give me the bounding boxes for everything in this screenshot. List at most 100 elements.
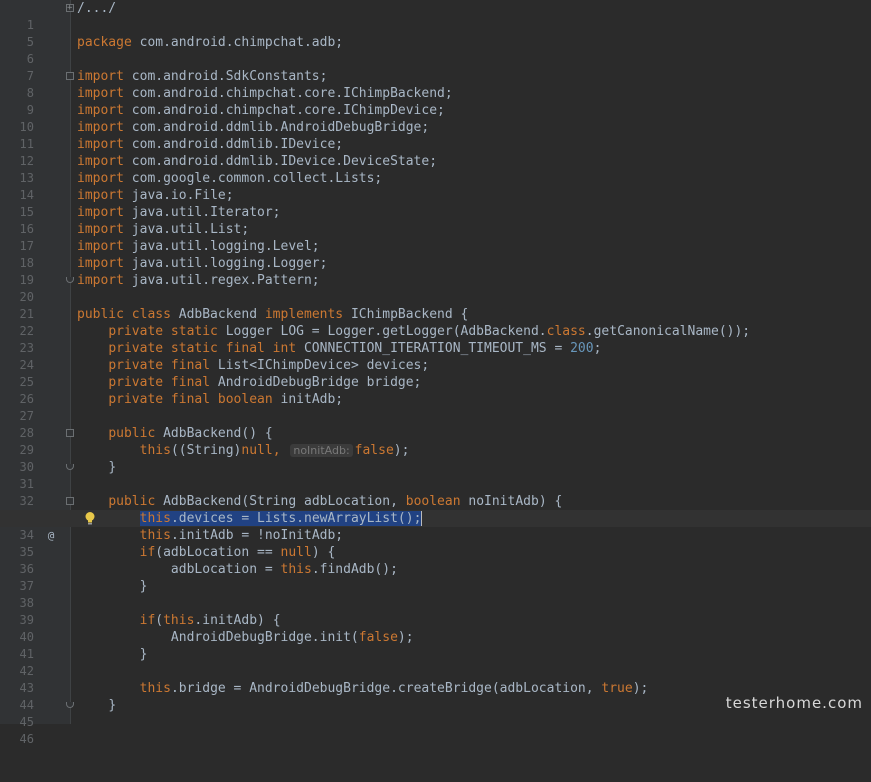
code-text: adbLocation = <box>170 562 281 577</box>
code-line[interactable]: 5 <box>0 17 871 49</box>
keyword: null <box>241 443 273 458</box>
code-line[interactable]: 21 <box>0 289 871 321</box>
code-line[interactable]: 39 <box>0 595 871 627</box>
code-text: ); <box>397 630 414 645</box>
code-line[interactable]: 30 this((String)null, noInitAdb: false); <box>0 442 871 474</box>
code-text: ) { <box>311 545 336 560</box>
code-line[interactable]: 36 if(adbLocation == null) { <box>0 544 871 576</box>
keyword: import <box>77 205 124 220</box>
keyword: import <box>77 239 124 254</box>
code-line[interactable]: 9 import com.android.chimpchat.core.IChi… <box>0 85 871 117</box>
keyword: this <box>280 562 312 577</box>
code-line[interactable]: 42 } <box>0 646 871 678</box>
code-line[interactable]: 24 private static final int CONNECTION_I… <box>0 340 871 372</box>
keyword: import <box>77 273 124 288</box>
keyword: import <box>77 188 124 203</box>
current-code-line[interactable]: 34 this.devices = Lists.newArrayList(); <box>0 510 871 542</box>
fold-end-icon[interactable] <box>66 277 74 283</box>
keyword: private static <box>108 324 218 339</box>
code-text: AndroidDebugBridge bridge; <box>217 375 422 390</box>
line-number: 46 <box>19 732 34 746</box>
code-line[interactable]: 14 import com.google.common.collect.List… <box>0 170 871 202</box>
text-caret <box>421 511 423 526</box>
import-path: java.util.logging.Logger; <box>131 256 328 271</box>
code-text: AdbBackend(String adbLocation, <box>163 494 406 509</box>
import-path: java.util.regex.Pattern; <box>131 273 320 288</box>
import-path: com.android.ddmlib.IDevice.DeviceState; <box>131 154 438 169</box>
code-line[interactable]: 27 private final boolean initAdb; <box>0 391 871 423</box>
keyword: this <box>163 613 195 628</box>
keyword: this <box>139 511 171 526</box>
keyword: if <box>139 545 156 560</box>
code-line[interactable]: 19 import java.util.logging.Logger; <box>0 255 871 287</box>
fold-collapse-icon[interactable] <box>66 72 74 80</box>
keyword: this <box>139 443 171 458</box>
keyword: boolean <box>405 494 461 509</box>
code-text: .bridge = AndroidDebugBridge.createBridg… <box>170 681 602 696</box>
keyword: private static final int <box>108 341 297 356</box>
code-line[interactable]: 37 adbLocation = this.findAdb(); <box>0 561 871 593</box>
keyword: import <box>77 137 124 152</box>
code-line[interactable]: 6 package com.android.chimpchat.adb; <box>0 34 871 66</box>
keyword: import <box>77 256 124 271</box>
keyword: null <box>280 545 312 560</box>
fold-end-icon[interactable] <box>66 464 74 470</box>
code-text: ((String) <box>170 443 242 458</box>
code-line[interactable]: 10 import com.android.chimpchat.core.ICh… <box>0 102 871 134</box>
fold-collapse-icon[interactable] <box>66 497 74 505</box>
code-text: .devices = Lists.newArrayList(); <box>170 511 422 526</box>
code-text: AndroidDebugBridge.init( <box>170 630 359 645</box>
code-line[interactable]: 46 <box>0 714 871 746</box>
code-editor[interactable]: 1 /.../ 5 6 package com.android.chimpcha… <box>0 0 871 746</box>
code-text: .getCanonicalName()); <box>585 324 751 339</box>
code-line[interactable]: 17 import java.util.List; <box>0 221 871 253</box>
import-path: com.android.SdkConstants; <box>131 69 328 84</box>
watermark: testerhome.com <box>725 694 863 712</box>
code-line[interactable]: 28 <box>0 408 871 440</box>
code-line[interactable]: 18 import java.util.logging.Level; <box>0 238 871 270</box>
code-line[interactable]: 35 this.initAdb = !noInitAdb; <box>0 527 871 559</box>
keyword: import <box>77 222 124 237</box>
code-line[interactable]: 16 import java.util.Iterator; <box>0 204 871 236</box>
import-path: com.android.ddmlib.AndroidDebugBridge; <box>131 120 430 135</box>
number-literal: 200 <box>570 341 594 356</box>
code-text: } <box>139 579 148 594</box>
code-text: ); <box>393 443 410 458</box>
fold-end-icon[interactable] <box>66 702 74 708</box>
code-line[interactable]: 32 <box>0 476 871 508</box>
code-line[interactable]: 1 /.../ <box>0 0 871 32</box>
fold-expand-icon[interactable] <box>66 0 74 17</box>
code-line[interactable]: 26 private final AndroidDebugBridge brid… <box>0 374 871 406</box>
code-text: Logger LOG = Logger.getLogger(AdbBackend… <box>225 324 547 339</box>
code-line[interactable]: 40 if(this.initAdb) { <box>0 612 871 644</box>
code-line[interactable]: 31 } <box>0 459 871 491</box>
code-line[interactable]: 11 import com.android.ddmlib.AndroidDebu… <box>0 119 871 151</box>
fold-collapse-icon[interactable] <box>66 429 74 437</box>
parameter-hint: noInitAdb: <box>290 444 353 457</box>
code-line[interactable]: 22 public class AdbBackend implements IC… <box>0 306 871 338</box>
code-line[interactable]: 20 import java.util.regex.Pattern; <box>0 272 871 304</box>
code-line[interactable]: 7 <box>0 51 871 83</box>
code-line[interactable]: 41 AndroidDebugBridge.init(false); <box>0 629 871 661</box>
code-line[interactable]: 23 private static Logger LOG = Logger.ge… <box>0 323 871 355</box>
code-text: .initAdb = !noInitAdb; <box>170 528 344 543</box>
selected-code[interactable]: this.devices = Lists.newArrayList(); <box>139 511 422 526</box>
keyword: private final <box>108 358 211 373</box>
code-line[interactable]: 8 import com.android.SdkConstants; <box>0 68 871 100</box>
keyword: public <box>108 494 156 509</box>
code-line[interactable]: 38 } <box>0 578 871 610</box>
code-line[interactable]: 33 @ public AdbBackend(String adbLocatio… <box>0 493 871 542</box>
import-path: java.util.logging.Level; <box>131 239 320 254</box>
code-line[interactable]: 13 import com.android.ddmlib.IDevice.Dev… <box>0 153 871 185</box>
import-path: com.google.common.collect.Lists; <box>131 171 383 186</box>
code-line[interactable]: 43 <box>0 663 871 695</box>
code-line[interactable]: 12 import com.android.ddmlib.IDevice; <box>0 136 871 168</box>
code-line[interactable]: 29 public AdbBackend() { <box>0 425 871 457</box>
package-name: com.android.chimpchat.adb; <box>139 35 344 50</box>
code-line[interactable]: 15 import java.io.File; <box>0 187 871 219</box>
class-name: AdbBackend <box>178 307 258 322</box>
folded-region[interactable]: /.../ <box>77 1 116 16</box>
keyword: false <box>354 443 394 458</box>
keyword: import <box>77 120 124 135</box>
code-line[interactable]: 25 private final List<IChimpDevice> devi… <box>0 357 871 389</box>
